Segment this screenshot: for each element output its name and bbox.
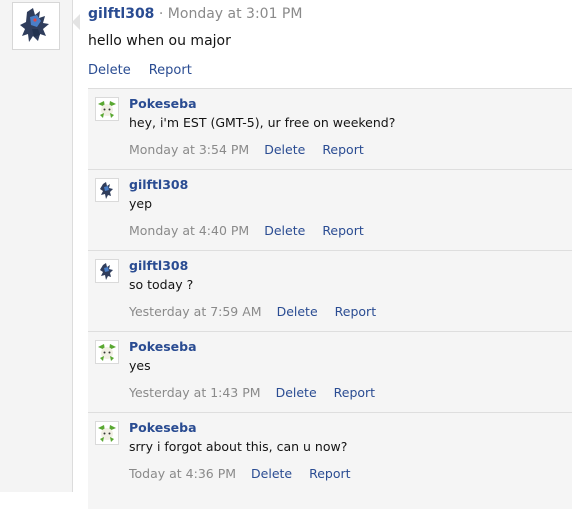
comment-delete-link[interactable]: Delete [251,466,292,481]
comment-timestamp[interactable]: Yesterday at 1:43 PM [129,385,261,400]
comment-text: yep [129,196,153,211]
post-header: gilftl308 · Monday at 3:01 PM [88,4,302,24]
avatar[interactable] [12,2,60,50]
post-timestamp[interactable]: Monday at 3:01 PM [168,6,303,22]
profile-post-sidebar [0,0,73,492]
comment-report-link[interactable]: Report [335,304,376,319]
comment-delete-link[interactable]: Delete [277,304,318,319]
comment-author-link[interactable]: Pokeseba [129,95,197,113]
comment-author-link[interactable]: gilftl308 [129,176,188,194]
comment-text: srry i forgot about this, can u now? [129,439,348,454]
comment-author-link[interactable]: Pokeseba [129,338,197,356]
comment-report-link[interactable]: Report [322,142,363,157]
comment-timestamp[interactable]: Monday at 3:54 PM [129,142,249,157]
comment-meta: Yesterday at 1:43 PM Delete Report [129,384,392,402]
post-pointer [72,14,80,30]
whimsicott-avatar-icon [98,101,116,118]
post-message: hello when ou major [88,33,231,49]
zekrom-avatar-icon [20,8,49,42]
whimsicott-avatar-icon [98,425,116,442]
comment-avatar[interactable] [95,421,119,445]
comment-item: gilftl308 yep Monday at 4:40 PM Delete Rep… [88,170,572,251]
comment-text: yes [129,358,151,373]
comment-author-link[interactable]: Pokeseba [129,419,197,437]
comment-meta: Yesterday at 7:59 AM Delete Report [129,303,393,321]
comment-report-link[interactable]: Report [322,223,363,238]
zekrom-avatar-icon [100,263,113,280]
comment-meta: Monday at 4:40 PM Delete Report [129,222,381,240]
comment-author-link[interactable]: gilftl308 [129,257,188,275]
comment-list: Pokeseba hey, i'm EST (GMT-5), ur free o… [88,88,572,509]
comment-item: Pokeseba hey, i'm EST (GMT-5), ur free o… [88,89,572,170]
comment-meta: Today at 4:36 PM Delete Report [129,465,368,483]
comment-report-link[interactable]: Report [309,466,350,481]
comment-avatar[interactable] [95,97,119,121]
comment-timestamp[interactable]: Today at 4:36 PM [129,466,236,481]
comment-delete-link[interactable]: Delete [276,385,317,400]
comment-delete-link[interactable]: Delete [264,223,305,238]
post-report-link[interactable]: Report [149,63,192,78]
post-delete-link[interactable]: Delete [88,63,131,78]
post-actions: Delete Report [88,61,210,81]
comment-delete-link[interactable]: Delete [264,142,305,157]
post-separator: · [154,6,168,22]
comment-meta: Monday at 3:54 PM Delete Report [129,141,381,159]
post-author-link[interactable]: gilftl308 [88,6,154,22]
comment-timestamp[interactable]: Yesterday at 7:59 AM [129,304,262,319]
comment-item: Pokeseba srry i forgot about this, can u… [88,413,572,494]
zekrom-avatar-icon [100,182,113,199]
comment-avatar[interactable] [95,178,119,202]
comment-avatar[interactable] [95,259,119,283]
comment-item: gilftl308 so today ? Yesterday at 7:59 A… [88,251,572,332]
comment-text: hey, i'm EST (GMT-5), ur free on weekend… [129,115,396,130]
comment-avatar[interactable] [95,340,119,364]
comment-timestamp[interactable]: Monday at 4:40 PM [129,223,249,238]
comment-text: so today ? [129,277,194,292]
whimsicott-avatar-icon [98,344,116,361]
comment-item: Pokeseba yes Yesterday at 1:43 PM Delete R… [88,332,572,413]
comment-report-link[interactable]: Report [334,385,375,400]
